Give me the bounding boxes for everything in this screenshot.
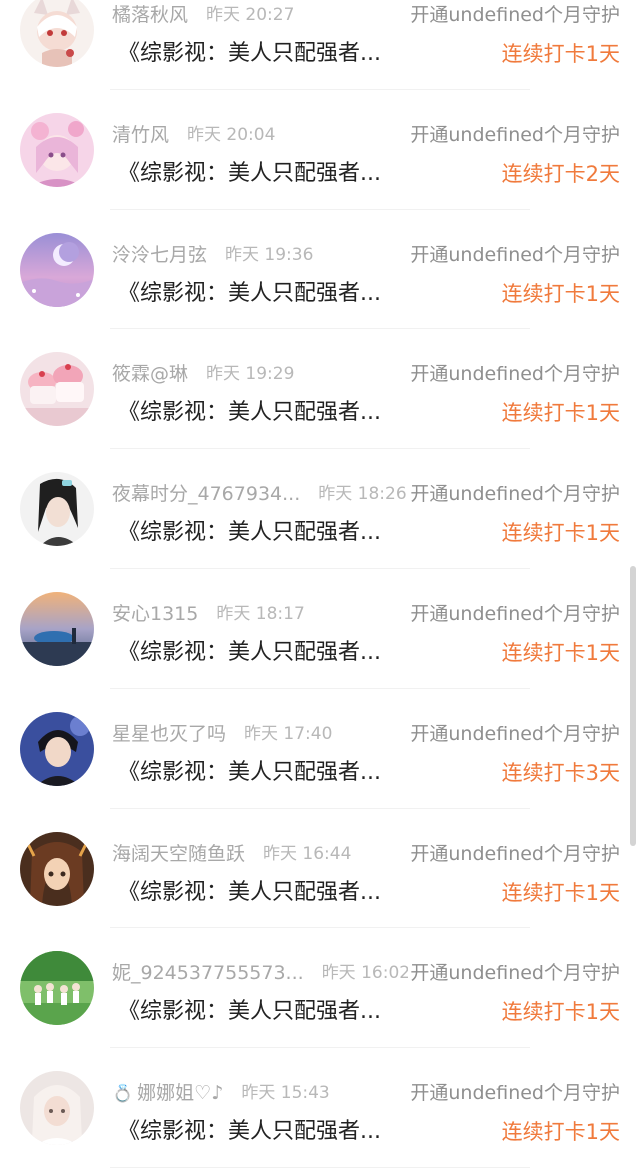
row-meta: 💍 娜娜姐♡♪ 昨天 15:43 <box>112 1078 330 1108</box>
checkin-streak: 连续打卡1天 <box>501 281 620 306</box>
username[interactable]: 娜娜姐♡♪ <box>137 1078 223 1108</box>
username[interactable]: 泠泠七月弦 <box>112 240 207 270</box>
action-text: 开通undefined个月守护 <box>408 718 620 749</box>
avatar-image <box>20 352 94 427</box>
checkin-streak: 连续打卡1天 <box>501 880 620 905</box>
avatar-image <box>20 112 94 187</box>
checkin-streak: 连续打卡1天 <box>501 42 620 66</box>
row-meta: 清竹风 昨天 20:04 <box>112 120 275 150</box>
timestamp: 昨天 19:36 <box>225 244 314 265</box>
list-item[interactable]: 泠泠七月弦 昨天 19:36 开通undefined个月守护 《综影视：美人只配强… <box>0 210 640 330</box>
row-meta: 海阔天空随鱼跃 昨天 16:44 <box>112 839 351 869</box>
row-meta: 筱霖@琳 昨天 19:29 <box>112 359 294 389</box>
action-text: 开通undefined个月守护 <box>408 479 620 510</box>
timestamp: 昨天 18:17 <box>216 603 305 624</box>
ring-badge-icon: 💍 <box>112 1084 134 1105</box>
action-text: 开通undefined个月守护 <box>408 239 620 270</box>
row-meta: 安心1315 昨天 18:17 <box>112 599 305 629</box>
username[interactable]: 夜幕时分_4767934... <box>112 479 300 509</box>
list-item[interactable]: 妮_924537755573... 昨天 16:02 开通undefined个月守… <box>0 928 640 1048</box>
book-title[interactable]: 《综影视：美人只配强者... <box>118 1115 381 1149</box>
list-item[interactable]: 安心1315 昨天 18:17 开通undefined个月守护 《综影视：美人只配… <box>0 569 640 689</box>
avatar[interactable] <box>20 951 94 1026</box>
scrollbar[interactable] <box>630 566 636 846</box>
avatar[interactable] <box>20 1071 94 1146</box>
timestamp: 昨天 18:26 <box>318 484 407 505</box>
timestamp: 昨天 16:44 <box>263 843 352 864</box>
avatar-image <box>20 951 94 1026</box>
checkin-streak: 连续打卡1天 <box>501 401 620 426</box>
avatar[interactable] <box>20 232 94 307</box>
list-item[interactable]: 橘落秋风 昨天 20:27 开通undefined个月守护 《综影视：美人只配强者… <box>0 0 640 90</box>
username[interactable]: 星星也灭了吗 <box>112 719 226 749</box>
timestamp: 昨天 17:40 <box>244 723 333 744</box>
avatar-image <box>20 831 94 906</box>
avatar-image <box>20 0 94 67</box>
list-item[interactable]: 夜幕时分_4767934... 昨天 18:26 开通undefined个月守护 … <box>0 449 640 569</box>
row-meta: 泠泠七月弦 昨天 19:36 <box>112 240 313 270</box>
avatar[interactable] <box>20 831 94 906</box>
list-item[interactable]: 💍 娜娜姐♡♪ 昨天 15:43 开通undefined个月守护 《综影视：美人只配… <box>0 1048 640 1168</box>
book-title[interactable]: 《综影视：美人只配强者... <box>118 37 381 71</box>
row-meta: 星星也灭了吗 昨天 17:40 <box>112 719 332 749</box>
action-text: 开通undefined个月守护 <box>408 359 620 390</box>
username[interactable]: 妮_924537755573... <box>112 958 304 988</box>
book-title[interactable]: 《综影视：美人只配强者... <box>118 516 381 550</box>
username[interactable]: 清竹风 <box>112 120 169 150</box>
avatar-image <box>20 1071 94 1146</box>
timestamp: 昨天 15:43 <box>241 1083 330 1104</box>
guardian-list: 橘落秋风 昨天 20:27 开通undefined个月守护 《综影视：美人只配强者… <box>0 0 640 1168</box>
action-text: 开通undefined个月守护 <box>408 598 620 629</box>
checkin-streak: 连续打卡3天 <box>501 760 620 785</box>
action-text: 开通undefined个月守护 <box>408 1078 620 1109</box>
avatar-image <box>20 591 94 666</box>
row-meta: 妮_924537755573... 昨天 16:02 <box>112 958 410 988</box>
action-text: 开通undefined个月守护 <box>408 119 620 150</box>
timestamp: 昨天 16:02 <box>321 963 411 984</box>
timestamp: 昨天 20:27 <box>206 5 295 25</box>
book-title[interactable]: 《综影视：美人只配强者... <box>118 995 381 1029</box>
avatar[interactable] <box>20 0 94 67</box>
timestamp: 昨天 20:04 <box>187 124 276 145</box>
action-text: 开通undefined个月守护 <box>408 838 620 869</box>
list-item[interactable]: 清竹风 昨天 20:04 开通undefined个月守护 《综影视：美人只配强者.… <box>0 90 640 210</box>
username[interactable]: 筱霖@琳 <box>112 359 188 389</box>
username[interactable]: 安心1315 <box>112 599 198 629</box>
book-title[interactable]: 《综影视：美人只配强者... <box>118 756 381 790</box>
list-item[interactable]: 筱霖@琳 昨天 19:29 开通undefined个月守护 《综影视：美人只配强者… <box>0 329 640 449</box>
list-item[interactable]: 海阔天空随鱼跃 昨天 16:44 开通undefined个月守护 《综影视：美人只… <box>0 809 640 929</box>
checkin-streak: 连续打卡1天 <box>501 521 620 546</box>
list-item[interactable]: 星星也灭了吗 昨天 17:40 开通undefined个月守护 《综影视：美人只配… <box>0 689 640 809</box>
row-meta: 橘落秋风 昨天 20:27 <box>112 0 294 30</box>
timestamp: 昨天 19:29 <box>206 364 295 385</box>
username[interactable]: 橘落秋风 <box>112 0 188 30</box>
avatar-image <box>20 711 94 786</box>
book-title[interactable]: 《综影视：美人只配强者... <box>118 876 381 910</box>
row-meta: 夜幕时分_4767934... 昨天 18:26 <box>112 479 407 509</box>
username[interactable]: 海阔天空随鱼跃 <box>112 839 245 869</box>
avatar[interactable] <box>20 711 94 786</box>
book-title[interactable]: 《综影视：美人只配强者... <box>118 277 381 311</box>
action-text: 开通undefined个月守护 <box>408 958 620 989</box>
book-title[interactable]: 《综影视：美人只配强者... <box>118 157 381 191</box>
avatar[interactable] <box>20 352 94 427</box>
checkin-streak: 连续打卡1天 <box>501 1120 620 1145</box>
checkin-streak: 连续打卡1天 <box>501 640 620 665</box>
avatar[interactable] <box>20 112 94 187</box>
checkin-streak: 连续打卡1天 <box>501 1000 620 1025</box>
avatar[interactable] <box>20 591 94 666</box>
action-text: 开通undefined个月守护 <box>408 0 620 30</box>
avatar-image <box>20 472 94 547</box>
book-title[interactable]: 《综影视：美人只配强者... <box>118 396 381 430</box>
avatar[interactable] <box>20 472 94 547</box>
checkin-streak: 连续打卡2天 <box>501 161 620 186</box>
avatar-image <box>20 232 94 307</box>
book-title[interactable]: 《综影视：美人只配强者... <box>118 636 381 670</box>
